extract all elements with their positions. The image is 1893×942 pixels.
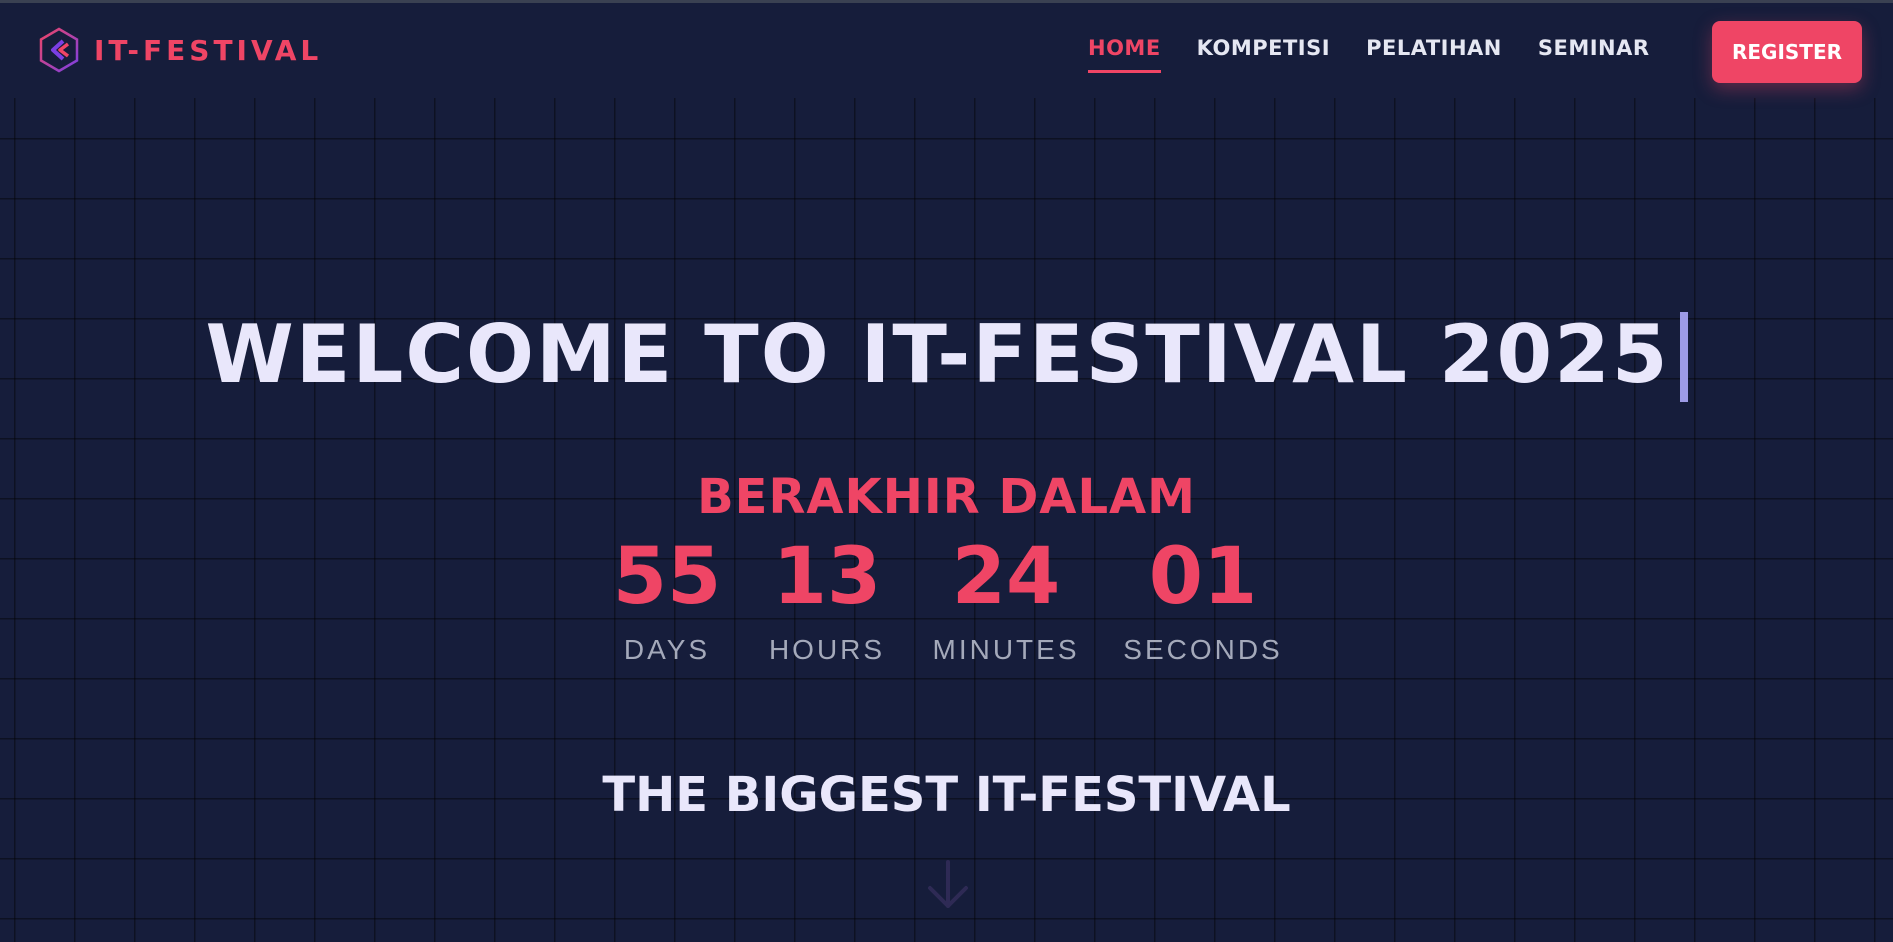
countdown-hours-value: 13 bbox=[772, 532, 882, 622]
countdown-days: 55 DAYS bbox=[612, 538, 722, 666]
countdown-minutes-value: 24 bbox=[951, 532, 1061, 622]
countdown-seconds-label: SECONDS bbox=[1123, 634, 1283, 665]
countdown-minutes-label: MINUTES bbox=[932, 634, 1080, 665]
brand-name: IT-FESTIVAL bbox=[94, 33, 323, 67]
countdown-hours: 13 HOURS bbox=[762, 538, 892, 666]
countdown-days-label: DAYS bbox=[623, 634, 711, 665]
nav-item-home[interactable]: HOME bbox=[1088, 36, 1161, 73]
arrow-down-icon[interactable] bbox=[922, 858, 974, 914]
countdown-timer: 55 DAYS 13 HOURS 24 MINUTES 01 SECONDS bbox=[0, 538, 1893, 678]
typing-caret bbox=[1679, 311, 1688, 402]
countdown-hours-label: HOURS bbox=[768, 634, 886, 665]
hexagon-chevron-logo-icon bbox=[39, 27, 79, 73]
hero-title-text: WELCOME TO IT-FESTIVAL 2025 bbox=[205, 307, 1670, 401]
hero-title: WELCOME TO IT-FESTIVAL 2025 bbox=[0, 311, 1893, 402]
register-button[interactable]: REGISTER bbox=[1712, 21, 1862, 83]
nav-item-pelatihan[interactable]: PELATIHAN bbox=[1366, 36, 1502, 73]
countdown-days-value: 55 bbox=[612, 532, 722, 622]
nav-item-seminar[interactable]: SEMINAR bbox=[1538, 36, 1650, 73]
countdown-title: BERAKHIR DALAM bbox=[697, 468, 1196, 525]
countdown-seconds-value: 01 bbox=[1148, 532, 1258, 622]
main-nav: HOME KOMPETISI PELATIHAN SEMINAR bbox=[1088, 36, 1650, 73]
countdown-minutes: 24 MINUTES bbox=[926, 538, 1086, 666]
page: IT-FESTIVAL HOME KOMPETISI PELATIHAN SEM… bbox=[0, 0, 1893, 942]
countdown-seconds: 01 SECONDS bbox=[1118, 538, 1288, 666]
nav-item-kompetisi[interactable]: KOMPETISI bbox=[1197, 36, 1330, 73]
hero-tagline: THE BIGGEST IT-FESTIVAL bbox=[602, 767, 1291, 823]
brand-logo-link[interactable]: IT-FESTIVAL bbox=[38, 27, 322, 73]
navbar: IT-FESTIVAL HOME KOMPETISI PELATIHAN SEM… bbox=[0, 3, 1893, 98]
